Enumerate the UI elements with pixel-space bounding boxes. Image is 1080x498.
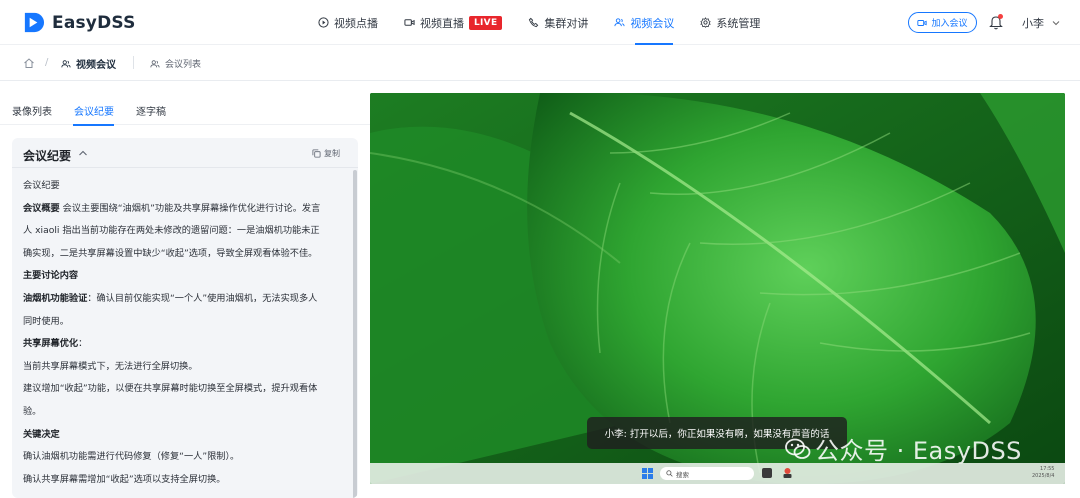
video-camera-icon [917, 19, 928, 26]
summary-line: 确认油烟机功能需进行代码修复（修复“一人”限制）。 [23, 451, 240, 463]
video-camera-icon [404, 19, 415, 26]
app-name: EasyDSS [52, 12, 136, 33]
notification-dot [998, 14, 1003, 19]
breadcrumb-video-meeting[interactable]: 视频会议 [61, 56, 116, 71]
user-name: 小李 [1022, 17, 1044, 30]
watermark-text: 公众号 · EasyDSS [815, 437, 1022, 465]
breadcrumb-meeting-list[interactable]: 会议列表 [150, 57, 201, 70]
home-icon[interactable] [23, 57, 35, 69]
search-icon [666, 470, 673, 477]
overview-label: 会议概要 [23, 202, 60, 214]
copy-icon [312, 149, 321, 158]
video-player[interactable]: 小李: 打开以后，你正如果没有啊，如果没有声音的话 公众号 · EasyDSS … [370, 93, 1065, 484]
breadcrumb: / 视频会议 会议列表 [0, 45, 1080, 81]
summary-line: 同时使用。 [23, 315, 69, 327]
shared-taskbar: 搜索 17:55 2025/8/4 [370, 463, 1065, 484]
breadcrumb-separator: / [45, 57, 49, 68]
content-tabs: 录像列表 会议纪要 逐字稿 [0, 95, 370, 126]
nav-label: 视频会议 [630, 16, 675, 30]
taskbar-app-icon[interactable] [762, 468, 772, 478]
taskbar-search[interactable]: 搜索 [660, 467, 754, 480]
summary-line: 验。 [23, 405, 42, 417]
section-heading: 主要讨论内容 [23, 265, 343, 288]
phone-icon [529, 17, 539, 28]
meeting-users-icon [61, 59, 71, 67]
play-circle-icon [318, 17, 329, 28]
tab-recordings[interactable]: 录像列表 [12, 103, 52, 118]
nav-item-video-meeting[interactable]: 视频会议 [614, 0, 674, 45]
windows-start-icon[interactable] [642, 468, 653, 479]
summary-content: 会议纪要 会议概要 会议主要围绕“油烟机”功能及共享屏幕操作优化进行讨论。发言 … [23, 175, 343, 491]
summary-line: 人 xiaoli 指出当前功能存在两处未修改的遗留问题：一是油烟机功能未正 [23, 225, 320, 237]
taskbar-date: 2025/8/4 [1032, 473, 1055, 479]
join-meeting-button[interactable]: 加入会议 [908, 12, 977, 33]
summary-line: 建议增加“收起”功能，以便在共享屏幕时能切换至全屏模式，提升观看体 [23, 383, 318, 395]
watermark: 公众号 · EasyDSS [785, 431, 1022, 466]
meeting-summary-card: 会议纪要 复制 会议纪要 会议概要 会议主要围绕“油烟机”功能及共享屏幕操作优化… [12, 138, 358, 498]
summary-line: 确实现，二是共享屏幕设置中缺少“收起”选项，导致全屏观看体验不佳。 [23, 247, 318, 259]
overview-text: 会议主要围绕“油烟机”功能及共享屏幕操作优化进行讨论。发言 [59, 202, 321, 214]
tab-meeting-summary[interactable]: 会议纪要 [74, 103, 114, 118]
notification-bell[interactable] [989, 14, 1003, 30]
nav-item-system-settings[interactable]: 系统管理 [700, 0, 760, 45]
easydss-logo-icon [24, 12, 45, 33]
breadcrumb-page-label: 会议列表 [165, 60, 202, 70]
topic-text: ： [78, 338, 88, 350]
summary-card-header: 会议纪要 复制 [12, 138, 358, 168]
breadcrumb-section-label: 视频会议 [76, 60, 116, 71]
topic-label: 共享屏幕优化 [23, 338, 79, 350]
summary-paragraph: 会议概要 会议主要围绕“油烟机”功能及共享屏幕操作优化进行讨论。发言 [23, 198, 343, 221]
chevron-down-icon [1052, 21, 1060, 26]
app-logo[interactable]: EasyDSS [22, 11, 136, 34]
join-meeting-label: 加入会议 [931, 19, 968, 29]
summary-heading: 会议纪要 [23, 180, 60, 191]
nav-label: 视频点播 [334, 16, 378, 30]
nav-label: 集群对讲 [544, 16, 589, 30]
taskbar-app-icon[interactable] [782, 467, 793, 479]
taskbar-clock: 17:55 2025/8/4 [1032, 466, 1054, 480]
copy-button[interactable]: 复制 [312, 148, 340, 159]
section-heading: 关键决定 [23, 424, 343, 447]
summary-line: 当前共享屏幕模式下，无法进行全屏切换。 [23, 360, 198, 372]
summary-title: 会议纪要 [23, 149, 72, 163]
gear-icon [700, 17, 712, 28]
nav-label: 视频直播 [420, 16, 464, 30]
live-badge: LIVE [469, 15, 503, 30]
nav-item-video-on-demand[interactable]: 视频点播 [318, 0, 378, 45]
nav-item-intercom[interactable]: 集群对讲 [528, 0, 588, 45]
chevron-up-icon[interactable] [78, 149, 88, 157]
top-navigation-bar: EasyDSS 视频点播 视频直播 LIVE 集群对讲 视频会议 系统管理 加入… [0, 0, 1080, 45]
summary-scrollbar[interactable] [353, 170, 357, 498]
taskbar-search-label: 搜索 [676, 470, 689, 479]
summary-paragraph: 共享屏幕优化： [23, 333, 343, 356]
summary-paragraph: 油烟机功能验证：确认目前仅能实现“一个人”使用油烟机，无法实现多人 [23, 288, 343, 311]
tab-transcript[interactable]: 逐字稿 [136, 103, 166, 118]
nav-item-live-video[interactable]: 视频直播 LIVE [404, 0, 503, 45]
decisions-heading: 关键决定 [23, 428, 60, 440]
meeting-users-icon [614, 18, 625, 27]
copy-label: 复制 [324, 149, 340, 158]
main-nav: 视频点播 视频直播 LIVE 集群对讲 视频会议 系统管理 [318, 0, 786, 45]
nav-label: 系统管理 [716, 16, 761, 30]
meeting-users-icon [150, 59, 160, 67]
topic-label: 油烟机功能验证 [23, 292, 88, 304]
wechat-icon [785, 438, 811, 459]
active-tab-indicator [73, 124, 114, 126]
topic-text: ：确认目前仅能实现“一个人”使用油烟机，无法实现多人 [87, 292, 318, 304]
discussion-heading: 主要讨论内容 [23, 270, 79, 282]
user-menu[interactable]: 小李 [1022, 15, 1060, 31]
taskbar-time: 17:55 [1040, 466, 1055, 472]
summary-line: 确认共享屏幕需增加“收起”选项以支持全屏切换。 [23, 473, 226, 485]
breadcrumb-divider [133, 56, 134, 69]
